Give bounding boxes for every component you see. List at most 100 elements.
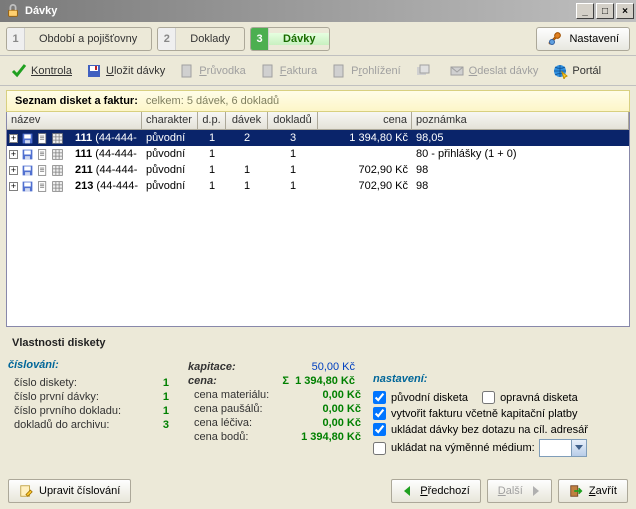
cislovani-col: číslování: číslo diskety: 1 číslo první … xyxy=(8,359,178,460)
col-dokladu[interactable]: dokladů xyxy=(268,112,318,129)
cell-dp: 1 xyxy=(198,180,226,192)
grid-icon xyxy=(51,164,64,177)
table-row[interactable]: +111 (44-444-původní1180 - přihlášky (1 … xyxy=(7,146,629,162)
zavrit-label: Zavřít xyxy=(589,485,617,497)
pruvodka-label: Průvodka xyxy=(199,65,245,77)
ukladat-medium-label: ukládat na výměnné médium: xyxy=(391,442,535,454)
vytvorit-fakturu-label: vytvořit fakturu včetně kapitační platby xyxy=(391,408,577,420)
upravit-label: Upravit číslování xyxy=(39,485,120,497)
step-1[interactable]: 1 Období a pojišťovny xyxy=(6,27,152,51)
list-title: Seznam disket a faktur: xyxy=(15,95,138,107)
doc-icon xyxy=(36,132,49,145)
cell-name: 111 (44-444- xyxy=(71,132,142,144)
col-name[interactable]: název xyxy=(7,112,142,129)
kapitace-value: 50,00 Kč xyxy=(280,361,355,373)
expand-icon[interactable]: + xyxy=(9,182,18,191)
opravna-disketa-label: opravná disketa xyxy=(500,392,578,404)
kapitace-label: kapitace: xyxy=(188,361,280,373)
step-2-label: Doklady xyxy=(176,33,244,45)
cell-charakter: původní xyxy=(142,164,198,176)
dalsi-button[interactable]: Další xyxy=(487,479,552,503)
maximize-button[interactable]: □ xyxy=(596,3,614,19)
vytvorit-fakturu-checkbox[interactable] xyxy=(373,407,386,420)
cell-dp: 1 xyxy=(198,132,226,144)
zavrit-button[interactable]: Zavřít xyxy=(558,479,628,503)
invoice-icon xyxy=(260,63,276,79)
expand-icon[interactable]: + xyxy=(9,166,18,175)
cena-pausalu-label: cena paušálů: xyxy=(194,403,286,415)
puvodni-disketa-checkbox[interactable] xyxy=(373,391,386,404)
exit-icon xyxy=(569,484,583,498)
portal-button[interactable]: Portál xyxy=(547,60,606,82)
disk-icon xyxy=(21,180,34,193)
ukladat-bez-dotazu-checkbox[interactable] xyxy=(373,423,386,436)
minimize-button[interactable]: _ xyxy=(576,3,594,19)
pruvodka-button[interactable]: Průvodka xyxy=(174,60,250,82)
opravna-disketa-checkbox[interactable] xyxy=(482,391,495,404)
browse-icon xyxy=(331,63,347,79)
odeslat-label: Odeslat dávky xyxy=(469,65,539,77)
expand-icon[interactable]: + xyxy=(9,150,18,159)
step-2[interactable]: 2 Doklady xyxy=(157,27,245,51)
cell-cena: 702,90 Kč xyxy=(318,180,412,192)
cell-dokladu: 3 xyxy=(268,132,318,144)
portal-label: Portál xyxy=(572,65,601,77)
ukladat-medium-checkbox[interactable] xyxy=(373,442,386,455)
cena-materialu-value: 0,00 Kč xyxy=(286,389,361,401)
cell-dokladu: 1 xyxy=(268,164,318,176)
col-charakter[interactable]: charakter xyxy=(142,112,198,129)
doc-icon xyxy=(36,164,49,177)
cena-value: Σ 1 394,80 Kč xyxy=(280,375,355,387)
ulozit-label: Uložit dávky xyxy=(106,65,165,77)
dalsi-label: Další xyxy=(498,485,523,497)
cell-davek: 1 xyxy=(226,164,268,176)
cell-name: 213 (44-444- xyxy=(71,180,142,192)
ulozit-button[interactable]: Uložit dávky xyxy=(81,60,170,82)
chevron-down-icon xyxy=(571,440,586,456)
dokladu-archivu-value: 3 xyxy=(134,419,169,431)
cena-bodu-label: cena bodů: xyxy=(194,431,286,443)
col-poznamka[interactable]: poznámka xyxy=(412,112,629,129)
send-icon xyxy=(449,63,465,79)
lock-icon xyxy=(6,4,20,18)
edit-icon xyxy=(19,484,33,498)
table-row[interactable]: +111 (44-444-původní1231 394,80 Kč98,05 xyxy=(7,130,629,146)
faktura-label: Faktura xyxy=(280,65,317,77)
doc-icon xyxy=(36,180,49,193)
medium-select[interactable] xyxy=(539,439,587,457)
cell-charakter: původní xyxy=(142,148,198,160)
odeslat-button[interactable]: Odeslat dávky xyxy=(444,60,544,82)
cislo-prvni-davky-label: číslo první dávky: xyxy=(14,391,134,403)
cell-charakter: původní xyxy=(142,180,198,192)
step-bar: 1 Období a pojišťovny 2 Doklady 3 Dávky … xyxy=(0,22,636,56)
faktura-button[interactable]: Faktura xyxy=(255,60,322,82)
puvodni-disketa-label: původní disketa xyxy=(391,392,468,404)
predchozi-button[interactable]: Předchozí xyxy=(391,479,481,503)
expand-icon[interactable]: + xyxy=(9,134,18,143)
cell-charakter: původní xyxy=(142,132,198,144)
cell-name: 211 (44-444- xyxy=(71,164,142,176)
grid-icon xyxy=(51,132,64,145)
cislo-diskety-label: číslo diskety: xyxy=(14,377,134,389)
list-header: Seznam disket a faktur: celkem: 5 dávek,… xyxy=(6,90,630,112)
settings-button[interactable]: Nastavení xyxy=(536,27,630,51)
cislo-prvni-davky-value: 1 xyxy=(134,391,169,403)
col-davek[interactable]: dávek xyxy=(226,112,268,129)
grid-icon xyxy=(51,180,64,193)
close-button[interactable]: × xyxy=(616,3,634,19)
cell-poznamka: 98 xyxy=(412,164,629,176)
toolbar-extra-button[interactable] xyxy=(410,60,440,82)
kontrola-button[interactable]: Kontrola xyxy=(6,60,77,82)
toolbar: Kontrola Uložit dávky Průvodka Faktura P… xyxy=(0,56,636,86)
prohlizeni-button[interactable]: Prohlížení xyxy=(326,60,406,82)
step-3[interactable]: 3 Dávky xyxy=(250,27,330,51)
predchozi-label: Předchozí xyxy=(420,485,470,497)
table-row[interactable]: +211 (44-444-původní111702,90 Kč98 xyxy=(7,162,629,178)
upravit-cislovani-button[interactable]: Upravit číslování xyxy=(8,479,131,503)
step-1-num: 1 xyxy=(7,28,25,50)
grid-icon xyxy=(51,148,64,161)
globe-icon xyxy=(552,63,568,79)
col-cena[interactable]: cena xyxy=(318,112,412,129)
table-row[interactable]: +213 (44-444-původní111702,90 Kč98 xyxy=(7,178,629,194)
col-dp[interactable]: d.p. xyxy=(198,112,226,129)
